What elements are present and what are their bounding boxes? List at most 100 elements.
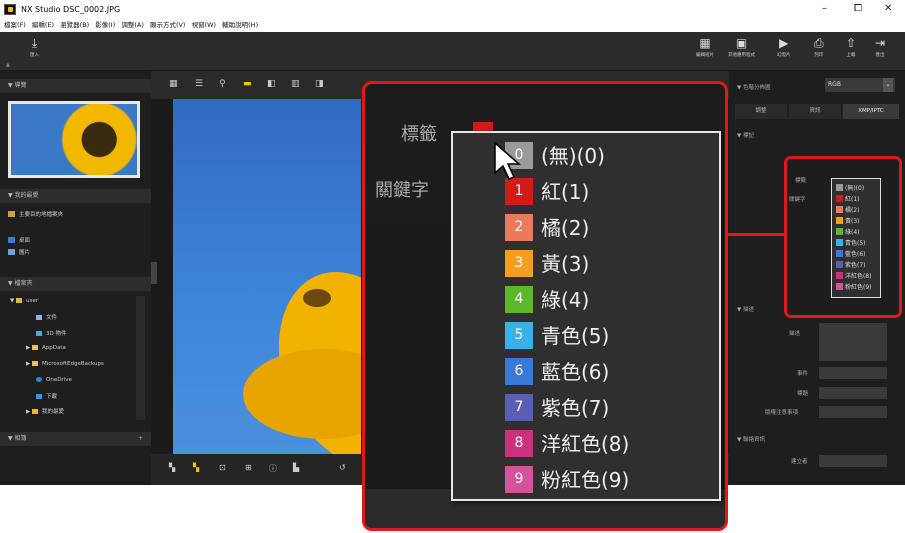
desc-field[interactable]: [819, 323, 887, 361]
tag-option-0[interactable]: 0 (無)(0): [505, 141, 705, 171]
menu-file[interactable]: 檔案(F): [4, 19, 26, 32]
left-panel-collapse-handle[interactable]: [151, 262, 157, 284]
fit-icon[interactable]: ⊡: [219, 463, 226, 472]
favorites-header[interactable]: ▼ 我的最愛: [0, 189, 151, 203]
folders-scrollbar[interactable]: [136, 296, 145, 420]
folders-header[interactable]: ▼ 檔案夾: [0, 277, 151, 291]
stack-icon[interactable]: ▚: [169, 463, 175, 472]
desc-section-header[interactable]: ▼ 描述: [737, 305, 754, 313]
tag-option-label: 洋紅色(8): [541, 432, 630, 456]
tag-option-3[interactable]: 3 黃(3): [505, 249, 705, 279]
albums-header[interactable]: ▼ 相簿 +: [0, 432, 151, 446]
tags-section-header[interactable]: ▼ 標記: [737, 131, 754, 139]
mini-chip: [836, 261, 843, 268]
tag-option-4[interactable]: 4 綠(4): [505, 285, 705, 315]
favorites-title: 我的最愛: [14, 192, 39, 199]
add-album-button[interactable]: +: [138, 432, 143, 446]
info-icon[interactable]: ⓘ: [269, 463, 277, 474]
tree-item-appdata[interactable]: ▶ AppData: [26, 345, 66, 351]
mini-option-6[interactable]: 藍色(6): [836, 249, 866, 258]
event-field[interactable]: [819, 367, 887, 379]
mini-option-1[interactable]: 紅(1): [836, 194, 860, 203]
mini-chip: [836, 250, 843, 257]
slideshow-icon: ▶: [779, 36, 789, 50]
main-image[interactable]: [173, 99, 361, 454]
mini-option-7[interactable]: 紫色(7): [836, 260, 866, 269]
histogram-header[interactable]: ▼ 色階分佈圖: [737, 83, 771, 91]
histogram-icon[interactable]: ▙: [293, 463, 299, 472]
stack-active-icon[interactable]: ▚: [193, 463, 199, 472]
collapse-toolbar-icon[interactable]: ▲: [6, 62, 10, 68]
tab-adjust[interactable]: 調整: [735, 104, 787, 119]
tag-option-label: 紫色(7): [541, 396, 610, 420]
contact-section-header[interactable]: ▼ 聯絡資訊: [737, 435, 765, 443]
navigator-header[interactable]: ▼ 導覽: [0, 79, 151, 93]
histogram-mode-select[interactable]: RGB ⌄: [825, 78, 895, 92]
caption-field[interactable]: [819, 387, 887, 399]
fav-item-pictures[interactable]: 圖片: [8, 248, 30, 256]
rotate-icon[interactable]: ↺: [339, 463, 346, 472]
folder-icon: [8, 211, 15, 217]
tree-item-onedrive[interactable]: OneDrive: [36, 377, 72, 383]
list-view-icon[interactable]: ☰: [195, 79, 203, 89]
tag-chip: 9: [505, 466, 533, 493]
maximize-button[interactable]: ⧠: [854, 3, 862, 14]
tag-option-8[interactable]: 8 洋紅色(8): [505, 429, 705, 459]
other-app-button[interactable]: ▣ 其他應用程式: [728, 36, 755, 58]
tree-item-favorites[interactable]: ▶ 我的最愛: [26, 407, 64, 415]
tab-xmp-iptc[interactable]: XMP/IPTC: [843, 104, 899, 119]
mini-option-8[interactable]: 洋紅色(8): [836, 271, 872, 280]
tag-option-9[interactable]: 9 粉紅色(9): [505, 465, 705, 495]
grid-view-icon[interactable]: ▦: [169, 79, 178, 89]
menu-help[interactable]: 輔助說明(H): [222, 19, 258, 32]
tag-option-6[interactable]: 6 藍色(6): [505, 357, 705, 387]
creator-field[interactable]: [819, 455, 887, 467]
tree-item-label: AppData: [41, 345, 66, 351]
menu-view[interactable]: 顯示方式(V): [150, 19, 186, 32]
menu-browser[interactable]: 瀏覽器(B): [60, 19, 89, 32]
export-button[interactable]: ⇥ 匯出: [875, 36, 885, 58]
mini-option-4[interactable]: 綠(4): [836, 227, 860, 236]
tag-option-7[interactable]: 7 紫色(7): [505, 393, 705, 423]
fav-item-destination[interactable]: 主要目的地檔案夾: [8, 210, 63, 218]
single-view-icon[interactable]: ▬: [243, 79, 252, 89]
tag-dropdown-menu: 0 (無)(0) 1 紅(1) 2 橘(2) 3 黃(3) 4 綠(4) 5 青色(5) 6…: [451, 131, 721, 501]
tag-option-1[interactable]: 1 紅(1): [505, 177, 705, 207]
tab-info[interactable]: 資訊: [789, 104, 841, 119]
edit-movie-button[interactable]: ▦ 編輯短片: [696, 36, 714, 58]
mini-option-9[interactable]: 粉紅色(9): [836, 282, 872, 291]
desc-section-title: 描述: [742, 307, 754, 313]
compare2-view-icon[interactable]: ◨: [315, 79, 324, 89]
close-button[interactable]: ✕: [884, 3, 892, 14]
upload-button[interactable]: ⇧ 上載: [846, 36, 856, 58]
print-button[interactable]: ⎙ 列印: [814, 36, 824, 58]
print-icon: ⎙: [814, 36, 824, 50]
compare-view-icon[interactable]: ▥: [291, 79, 300, 89]
tree-item-user[interactable]: ▼ user: [10, 298, 38, 304]
tree-item-3d[interactable]: 3D 物件: [36, 329, 66, 337]
menu-edit[interactable]: 編輯(E): [32, 19, 54, 32]
tree-item-documents[interactable]: 文件: [36, 313, 57, 321]
minimize-button[interactable]: –: [822, 3, 827, 14]
mini-option-3[interactable]: 黃(3): [836, 216, 860, 225]
slideshow-button[interactable]: ▶ 幻燈片: [777, 36, 791, 58]
mini-option-0[interactable]: (無)(0): [836, 183, 864, 192]
menu-window[interactable]: 視窗(W): [192, 19, 217, 32]
fav-item-desktop[interactable]: 桌面: [8, 236, 30, 244]
mini-option-5[interactable]: 青色(5): [836, 238, 866, 247]
mini-option-2[interactable]: 橘(2): [836, 205, 860, 214]
menu-image[interactable]: 影像(I): [95, 19, 115, 32]
copyright-field[interactable]: [819, 406, 887, 418]
import-button[interactable]: ⤓ 匯入: [30, 36, 39, 58]
tag-option-5[interactable]: 5 青色(5): [505, 321, 705, 351]
mini-chip: [836, 217, 843, 224]
filmstrip-view-icon[interactable]: ◧: [267, 79, 276, 89]
grid-overlay-icon[interactable]: ⊞: [245, 463, 252, 472]
tree-item-downloads[interactable]: 下載: [36, 392, 57, 400]
tree-item-label: 下載: [46, 394, 58, 400]
tag-option-2[interactable]: 2 橘(2): [505, 213, 705, 243]
map-view-icon[interactable]: ⚲: [219, 79, 226, 89]
menu-adjust[interactable]: 調整(A): [121, 19, 144, 32]
tree-item-edge-backups[interactable]: ▶ MicrosoftEdgeBackups: [26, 361, 104, 367]
navigator-thumbnail[interactable]: [8, 101, 140, 178]
